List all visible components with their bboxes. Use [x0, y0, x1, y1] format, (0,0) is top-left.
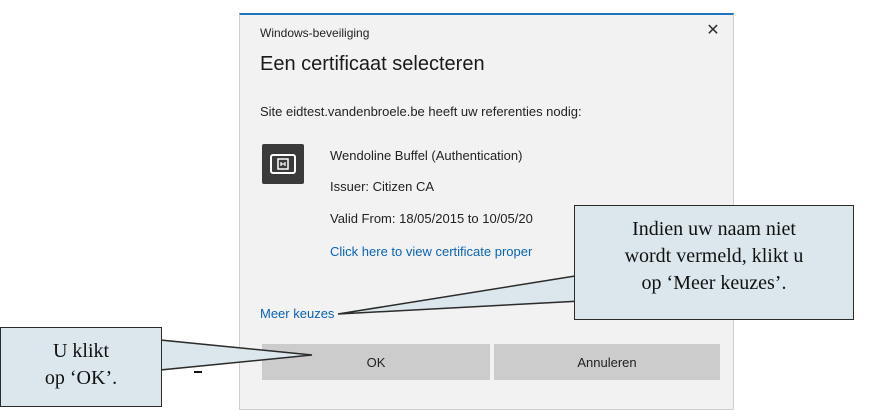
callout-line: wordt vermeld, klikt u: [624, 245, 804, 267]
callout-line: op ‘OK’.: [44, 367, 118, 389]
callout-line: op ‘Meer keuzes’.: [641, 272, 787, 294]
dash-mark: [194, 371, 202, 373]
right-callout-pointer: [337, 271, 601, 315]
callout-line: U klikt: [52, 340, 110, 362]
more-choices-callout: Indien uw naam niet wordt vermeld, klikt…: [574, 205, 854, 320]
callout-line: Indien uw naam niet: [632, 218, 796, 240]
ok-callout: U klikt op ‘OK’.: [0, 327, 162, 407]
left-callout-pointer: [159, 339, 313, 371]
